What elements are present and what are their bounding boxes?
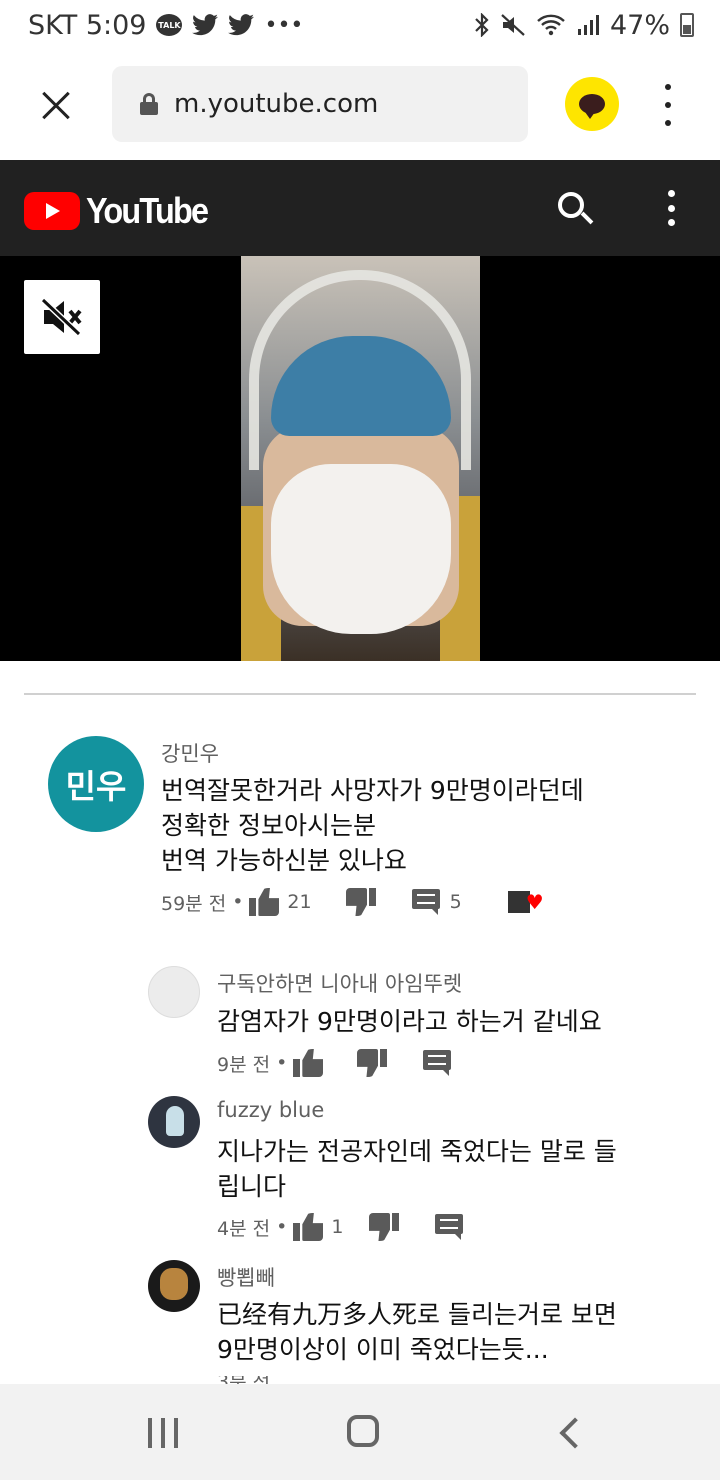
comment-text: 번역잘못한거라 사망자가 9만명이라던데 bbox=[161, 776, 584, 805]
dislike-button[interactable] bbox=[346, 888, 376, 916]
comment-time: 4분 전 bbox=[217, 1217, 271, 1240]
comment-author[interactable]: 강민우 bbox=[161, 738, 219, 768]
reply-icon bbox=[411, 889, 440, 915]
avatar[interactable] bbox=[148, 966, 200, 1018]
youtube-play-icon bbox=[24, 192, 80, 230]
unmute-button[interactable] bbox=[24, 280, 100, 354]
comment-author[interactable]: 구독안하면 니아내 아임뚜렛 bbox=[217, 968, 462, 998]
url-text: m.youtube.com bbox=[174, 89, 379, 119]
avatar[interactable] bbox=[148, 1260, 200, 1312]
back-button[interactable] bbox=[560, 1418, 580, 1446]
youtube-wordmark: YouTube bbox=[86, 190, 209, 231]
reply-icon bbox=[423, 1050, 452, 1076]
reply-button[interactable] bbox=[435, 1214, 464, 1240]
comment-actions: 9분 전 • bbox=[217, 1049, 452, 1077]
like-button[interactable] bbox=[249, 888, 279, 916]
mute-status-icon bbox=[500, 13, 526, 37]
thumbs-down-icon bbox=[357, 1049, 387, 1077]
lock-icon bbox=[140, 93, 158, 115]
comment-text: 지나가는 전공자인데 죽었다는 말로 들 bbox=[217, 1137, 617, 1166]
search-button[interactable] bbox=[556, 190, 596, 230]
address-bar[interactable]: m.youtube.com bbox=[112, 66, 528, 142]
close-tab-button[interactable] bbox=[36, 86, 76, 126]
thumbs-down-icon bbox=[346, 888, 376, 916]
youtube-more-button[interactable] bbox=[664, 190, 678, 226]
kakaotalk-share-button[interactable] bbox=[565, 77, 619, 131]
reply-count: 5 bbox=[449, 891, 462, 913]
signal-icon bbox=[576, 13, 600, 37]
thumbs-up-icon bbox=[249, 888, 279, 916]
twitter-notification-icon bbox=[192, 14, 219, 36]
comment-actions: 59분 전 • 21 5 ♥ bbox=[161, 888, 544, 916]
reply-button[interactable] bbox=[411, 889, 440, 915]
youtube-logo[interactable]: YouTube bbox=[24, 190, 221, 232]
bluetooth-icon bbox=[474, 13, 490, 37]
thumbs-down-icon bbox=[369, 1213, 399, 1241]
avatar[interactable] bbox=[148, 1096, 200, 1148]
twitter-notification-icon bbox=[228, 14, 255, 36]
comment-time: 59분 전 bbox=[161, 892, 227, 915]
comment-text: 9만명이상이 이미 죽었다는듯... bbox=[217, 1335, 549, 1364]
more-notifications-icon: ••• bbox=[264, 12, 304, 38]
comment-text: 已经有九万多人死로 들리는거로 보면 bbox=[217, 1300, 617, 1329]
creator-heart-badge: ♥ bbox=[507, 890, 544, 914]
browser-toolbar: m.youtube.com bbox=[0, 50, 720, 160]
reply-icon bbox=[435, 1214, 464, 1240]
home-button[interactable] bbox=[347, 1415, 379, 1447]
reply-button[interactable] bbox=[423, 1050, 452, 1076]
divider bbox=[24, 693, 696, 695]
like-button[interactable] bbox=[293, 1049, 323, 1077]
comment-text: 정확한 정보아시는분 bbox=[161, 811, 376, 840]
comment-author[interactable]: 빵뾥빼 bbox=[217, 1262, 275, 1292]
volume-off-icon bbox=[40, 297, 82, 337]
youtube-header: YouTube bbox=[0, 160, 720, 256]
system-navigation-bar bbox=[0, 1384, 720, 1480]
status-bar: SKT 5:09 TALK ••• 47% bbox=[0, 0, 720, 50]
wifi-icon bbox=[536, 13, 566, 37]
video-player[interactable] bbox=[0, 256, 720, 661]
comment-text: 립니다 bbox=[217, 1172, 287, 1201]
comment-actions: 3분 전 bbox=[217, 1376, 270, 1384]
dislike-button[interactable] bbox=[357, 1049, 387, 1077]
comment-author[interactable]: fuzzy blue bbox=[217, 1098, 324, 1122]
thumbs-up-icon bbox=[293, 1049, 323, 1077]
carrier-time: SKT 5:09 bbox=[28, 9, 147, 41]
comment-text: 번역 가능하신분 있나요 bbox=[161, 846, 407, 875]
like-count: 1 bbox=[331, 1216, 344, 1238]
thumbs-up-icon bbox=[293, 1213, 323, 1241]
avatar[interactable]: 민우 bbox=[48, 736, 144, 832]
like-button[interactable] bbox=[293, 1213, 323, 1241]
like-count: 21 bbox=[287, 891, 312, 913]
kakaotalk-notification-icon: TALK bbox=[156, 14, 183, 36]
browser-menu-button[interactable] bbox=[656, 84, 680, 126]
dislike-button[interactable] bbox=[369, 1213, 399, 1241]
comment-time: 3분 전 bbox=[217, 1376, 270, 1384]
comment-time: 9분 전 bbox=[217, 1053, 271, 1076]
comment-text: 감염자가 9만명이라고 하는거 같네요 bbox=[217, 1007, 602, 1036]
battery-icon bbox=[680, 13, 694, 37]
chat-bubble-icon bbox=[579, 94, 605, 119]
comment-actions: 4분 전 • 1 bbox=[217, 1213, 464, 1241]
recent-apps-button[interactable] bbox=[148, 1418, 178, 1448]
battery-percent: 47% bbox=[609, 9, 670, 41]
video-frame bbox=[241, 256, 480, 661]
